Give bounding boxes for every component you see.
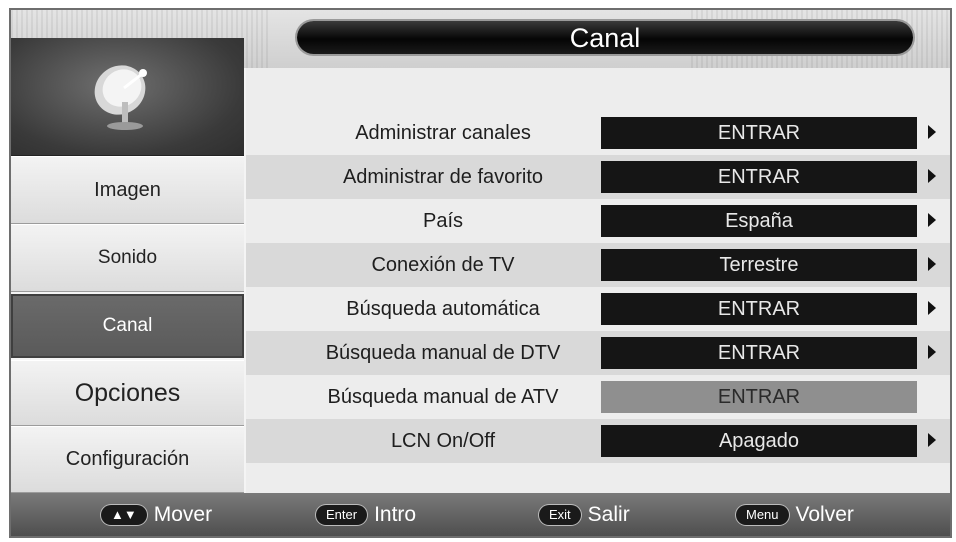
menu-key-icon: Menu (736, 504, 789, 525)
sidebar-item-sonido[interactable]: Sonido (11, 224, 244, 292)
row-label: Conexión de TV (371, 254, 515, 276)
menu-row-conexion-tv[interactable]: Conexión de TV Terrestre (246, 243, 950, 287)
hint-salir: Exit Salir (539, 493, 630, 536)
key-hints-bar: ▲▼ Mover Enter Intro Exit Salir Menu Vol… (11, 493, 950, 536)
arrow-right-icon (928, 257, 936, 271)
row-label: País (422, 210, 464, 232)
hint-label: Intro (374, 502, 417, 526)
menu-row-busqueda-manual-dtv[interactable]: Búsqueda manual de DTV ENTRAR (246, 331, 950, 375)
row-value[interactable]: ENTRAR (601, 293, 917, 325)
menu-row-pais[interactable]: País España (246, 199, 950, 243)
menu-row-administrar-canales[interactable]: Administrar canales ENTRAR (246, 111, 950, 155)
page-title: Canal (569, 23, 641, 53)
settings-panel: Administrar canales ENTRAR Administrar d… (246, 68, 950, 493)
sidebar-item-configuracion[interactable]: Configuración (11, 426, 244, 493)
category-icon-panel (11, 38, 244, 157)
tv-menu: Canal Imagen Sonido Canal Opciones Confi… (9, 8, 952, 538)
hint-intro: Enter Intro (316, 493, 416, 536)
hint-label: Mover (153, 502, 213, 526)
exit-key-icon: Exit (539, 504, 581, 525)
sidebar: Imagen Sonido Canal Opciones Configuraci… (11, 38, 244, 493)
row-label: Búsqueda manual de DTV (325, 342, 561, 364)
enter-key-icon: Enter (316, 504, 368, 525)
row-value[interactable]: Apagado (601, 425, 917, 457)
row-value[interactable]: Terrestre (601, 249, 917, 281)
sidebar-item-imagen[interactable]: Imagen (11, 156, 244, 224)
row-value[interactable]: ENTRAR (601, 117, 917, 149)
menu-row-busqueda-manual-atv[interactable]: Búsqueda manual de ATV ENTRAR (246, 375, 950, 419)
row-value[interactable]: España (601, 205, 917, 237)
row-label: Búsqueda automática (346, 298, 540, 320)
arrow-right-icon (928, 169, 936, 183)
arrow-right-icon (928, 345, 936, 359)
row-value[interactable]: ENTRAR (601, 337, 917, 369)
up-down-key-icon: ▲▼ (101, 504, 147, 525)
arrow-right-icon (928, 213, 936, 227)
hint-mover: ▲▼ Mover (101, 493, 212, 536)
row-label: Administrar de favorito (342, 166, 544, 188)
sidebar-item-canal[interactable]: Canal (11, 294, 244, 358)
hint-volver: Menu Volver (736, 493, 854, 536)
row-label: Búsqueda manual de ATV (327, 386, 559, 408)
sidebar-item-opciones[interactable]: Opciones (11, 360, 244, 426)
arrow-right-icon (928, 301, 936, 315)
title-pill: Canal (297, 21, 913, 54)
arrow-right-icon (928, 433, 936, 447)
menu-row-administrar-favorito[interactable]: Administrar de favorito ENTRAR (246, 155, 950, 199)
menu-row-lcn[interactable]: LCN On/Off Apagado (246, 419, 950, 463)
menu-row-busqueda-automatica[interactable]: Búsqueda automática ENTRAR (246, 287, 950, 331)
row-label: Administrar canales (355, 122, 531, 144)
row-label: LCN On/Off (390, 430, 496, 452)
row-value[interactable]: ENTRAR (601, 161, 917, 193)
hint-label: Volver (795, 502, 854, 526)
row-value-disabled: ENTRAR (601, 381, 917, 413)
arrow-right-icon (928, 125, 936, 139)
satellite-dish-icon (94, 65, 147, 130)
hint-label: Salir (587, 502, 630, 526)
